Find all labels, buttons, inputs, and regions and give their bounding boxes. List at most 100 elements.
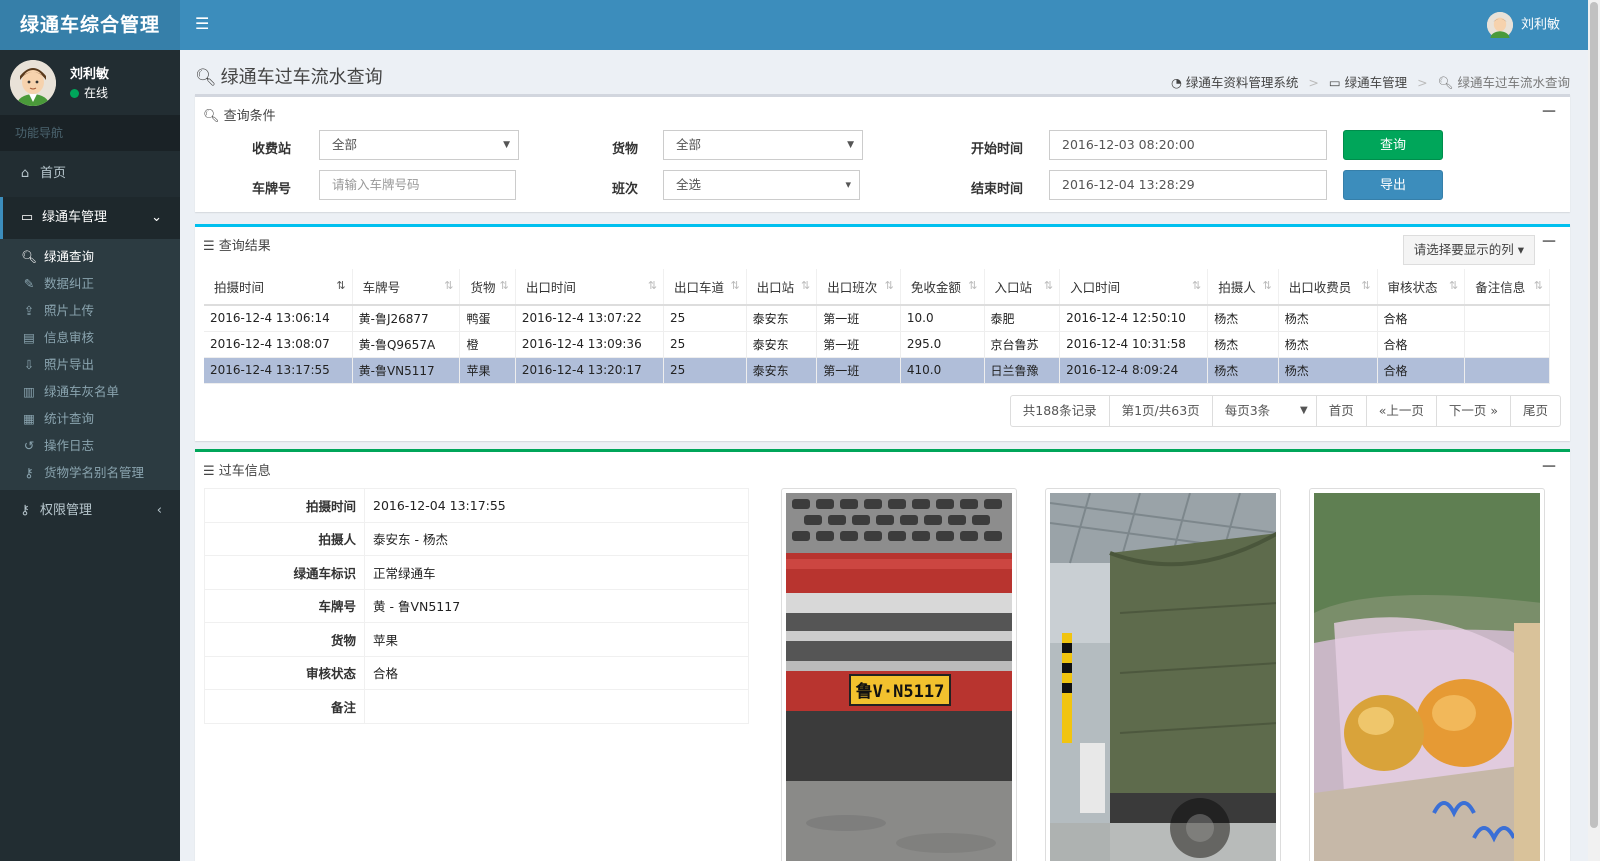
- end-time-input[interactable]: 2016-12-04 13:28:29: [1049, 170, 1327, 200]
- user-avatar: [10, 60, 56, 106]
- shift-select[interactable]: 全选 ▾: [663, 170, 860, 200]
- table-cell: 杨杰: [1207, 331, 1279, 358]
- cargo-photo[interactable]: [1309, 488, 1545, 861]
- sub-item-operation-log[interactable]: ↺ 操作日志: [0, 432, 180, 459]
- truck-photo[interactable]: [1045, 488, 1281, 861]
- col-header-exit-shift[interactable]: 出口班次 ⇅: [816, 269, 901, 306]
- search-icon: 🔍︎: [1437, 75, 1454, 90]
- menu-item-auth-mgmt[interactable]: ⚷ 权限管理 ‹: [0, 490, 180, 532]
- detail-value: 正常绿通车: [364, 555, 749, 590]
- detail-key: 拍摄人: [204, 521, 365, 556]
- col-header-exit-lane[interactable]: 出口车道 ⇅: [663, 269, 747, 306]
- list-icon: ▦: [23, 411, 35, 426]
- table-cell: 京台鲁苏: [984, 331, 1061, 358]
- home-icon: ⌂: [20, 166, 30, 181]
- top-navbar: ☰ 刘利敏: [180, 0, 1588, 50]
- table-cell: 泰安东: [746, 305, 818, 332]
- pager-total: 共188条记录: [1011, 396, 1110, 426]
- detail-row: 货物 苹果: [204, 622, 749, 657]
- table-row[interactable]: 2016-12-4 13:17:55 黄-鲁VN5117 苹果 2016-12-4 1…: [204, 357, 1550, 384]
- dropdown-arrow-icon: ▾: [845, 178, 851, 191]
- sub-item-photo-export[interactable]: ⇩ 照片导出: [0, 351, 180, 378]
- col-header-review-status[interactable]: 审核状态 ⇅: [1377, 269, 1466, 306]
- sort-icon: ⇅: [801, 279, 811, 292]
- pager-next-button[interactable]: 下一页 »: [1437, 396, 1511, 426]
- col-header-photographer[interactable]: 拍摄人 ⇅: [1207, 269, 1279, 306]
- col-header-exit-collector[interactable]: 出口收费员 ⇅: [1278, 269, 1378, 306]
- app-logo[interactable]: 绿通车综合管理: [0, 0, 180, 50]
- col-header-entry-time[interactable]: 入口时间 ⇅: [1059, 269, 1209, 306]
- column-chooser-button[interactable]: 请选择要显示的列 ▾: [1402, 235, 1535, 265]
- search-icon: 🔍︎: [203, 109, 220, 124]
- sub-item-statistics[interactable]: ▦ 统计查询: [0, 405, 180, 432]
- upload-icon: ⇪: [23, 303, 35, 318]
- table-cell: 泰安东: [746, 357, 818, 384]
- detail-row: 备注: [204, 689, 749, 724]
- collapse-icon[interactable]: —: [1542, 458, 1556, 474]
- sort-icon: ⇅: [499, 279, 509, 292]
- table-cell: 25: [663, 305, 747, 332]
- station-label: 收费站: [252, 142, 292, 157]
- download-icon: ⇩: [23, 357, 35, 372]
- col-header-remarks[interactable]: 备注信息 ⇅: [1464, 269, 1550, 306]
- table-row[interactable]: 2016-12-4 13:06:14 黄-鲁J26877 鸭蛋 2016-12-4 1…: [204, 305, 1550, 332]
- detail-value: 合格: [364, 655, 749, 690]
- sort-icon: ⇅: [1533, 279, 1543, 292]
- collapse-icon[interactable]: —: [1542, 233, 1556, 249]
- col-header-goods[interactable]: 货物 ⇅: [459, 269, 516, 306]
- sub-item-graylist[interactable]: ▥ 绿通车灰名单: [0, 378, 180, 405]
- plate-photo-text: 鲁V·N5117: [856, 681, 945, 702]
- col-header-capture-time[interactable]: 拍摄时间 ⇅: [204, 269, 353, 306]
- table-cell: 杨杰: [1278, 357, 1378, 384]
- col-header-exit-time[interactable]: 出口时间 ⇅: [515, 269, 665, 306]
- breadcrumb-item-system[interactable]: 绿通车资料管理系统: [1186, 75, 1299, 90]
- table-cell: 合格: [1377, 331, 1466, 358]
- detail-key: 备注: [204, 689, 365, 724]
- detail-row: 绿通车标识 正常绿通车: [204, 555, 749, 590]
- sub-item-goods-alias[interactable]: ⚷ 货物学名别名管理: [0, 459, 180, 486]
- col-header-free-amount[interactable]: 免收金额 ⇅: [900, 269, 985, 306]
- sub-item-photo-upload[interactable]: ⇪ 照片上传: [0, 297, 180, 324]
- menu-item-green-mgmt[interactable]: ▭ 绿通车管理 ⌄: [0, 197, 180, 239]
- dropdown-arrow-icon: ▼: [847, 140, 854, 150]
- scrollbar-thumb[interactable]: [1590, 2, 1598, 828]
- results-table-body: 2016-12-4 13:06:14 黄-鲁J26877 鸭蛋 2016-12-4 1…: [204, 305, 1550, 384]
- plate-input[interactable]: 请输入车牌号码: [319, 170, 516, 200]
- table-cell: 2016-12-4 10:31:58: [1059, 331, 1209, 358]
- plate-photo[interactable]: 鲁V·N5117: [781, 488, 1017, 861]
- table-cell: 合格: [1377, 357, 1466, 384]
- sub-item-green-query[interactable]: 🔍︎ 绿通查询: [0, 243, 180, 270]
- station-select[interactable]: 全部 ▼: [319, 130, 519, 160]
- collapse-icon[interactable]: —: [1542, 103, 1556, 119]
- page-size-select[interactable]: 每页3条 ▼: [1213, 396, 1317, 426]
- sort-icon: ⇅: [968, 279, 978, 292]
- col-header-plate[interactable]: 车牌号 ⇅: [352, 269, 461, 306]
- table-cell: 苹果: [459, 357, 516, 384]
- pager-last-button[interactable]: 尾页: [1511, 396, 1560, 426]
- top-user-avatar: [1486, 12, 1513, 38]
- menu-item-home[interactable]: ⌂ 首页: [0, 153, 180, 195]
- sort-icon: ⇅: [1361, 279, 1371, 292]
- col-header-entry-station[interactable]: 入口站 ⇅: [984, 269, 1061, 306]
- sidebar-toggle-icon[interactable]: ☰: [195, 14, 209, 33]
- goods-select[interactable]: 全部 ▼: [663, 130, 863, 160]
- top-user-menu[interactable]: 刘利敏: [1486, 12, 1560, 38]
- sub-item-data-correction[interactable]: ✎ 数据纠正: [0, 270, 180, 297]
- pager-prev-button[interactable]: «上一页: [1367, 396, 1437, 426]
- detail-value: 苹果: [364, 622, 749, 657]
- sort-icon: ⇅: [1448, 279, 1459, 292]
- pager-first-button[interactable]: 首页: [1317, 396, 1367, 426]
- table-cell: 黄-鲁J26877: [352, 305, 461, 332]
- sort-icon: ⇅: [1192, 279, 1202, 292]
- sub-item-info-review[interactable]: ▤ 信息审核: [0, 324, 180, 351]
- page-scrollbar[interactable]: [1588, 0, 1600, 861]
- table-cell: 2016-12-4 13:09:36: [515, 331, 665, 358]
- query-button[interactable]: 查询: [1343, 130, 1443, 160]
- detail-row: 车牌号黄 - 鲁VN5117: [204, 588, 749, 623]
- table-cell: [1464, 331, 1550, 358]
- table-row[interactable]: 2016-12-4 13:08:07 黄-鲁Q9657A 橙 2016-12-4 13…: [204, 331, 1550, 358]
- start-time-input[interactable]: 2016-12-03 08:20:00: [1049, 130, 1327, 160]
- export-button[interactable]: 导出: [1343, 170, 1443, 200]
- breadcrumb-item-green-mgmt[interactable]: 绿通车管理: [1345, 75, 1408, 90]
- col-header-exit-station[interactable]: 出口站 ⇅: [746, 269, 818, 306]
